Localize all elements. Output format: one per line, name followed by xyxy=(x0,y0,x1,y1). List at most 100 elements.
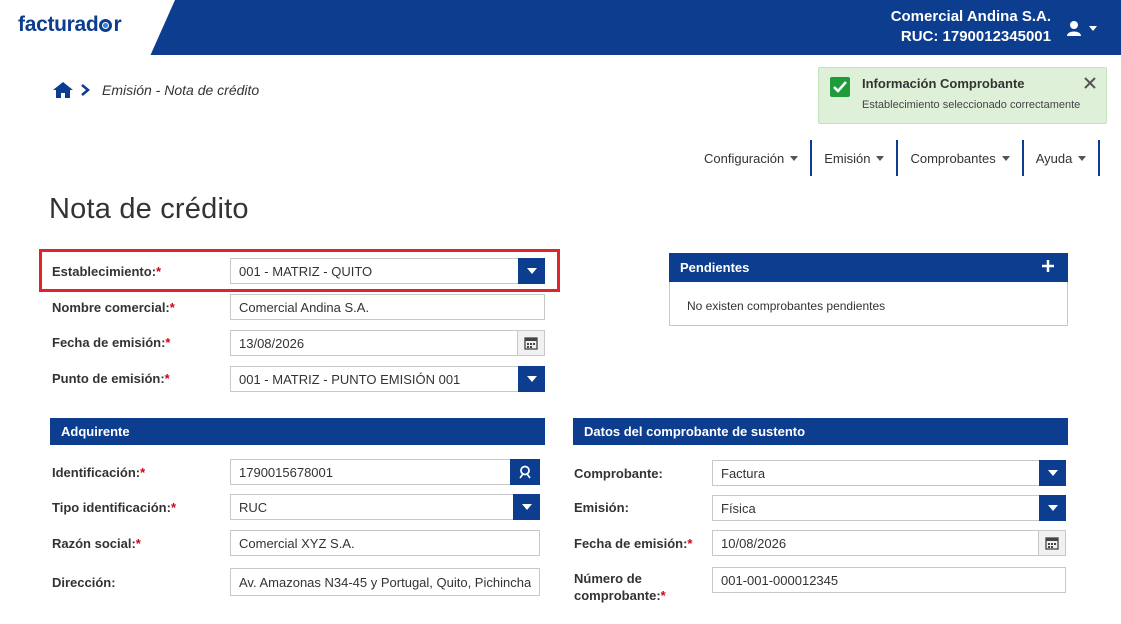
comprobante-label: Comprobante: xyxy=(574,466,663,481)
razon-social-label-text: Razón social: xyxy=(52,536,136,551)
search-icon[interactable] xyxy=(510,459,540,485)
identificacion-label: Identificación:* xyxy=(52,465,145,480)
direccion-value: Av. Amazonas N34-45 y Portugal, Quito, P… xyxy=(239,574,531,590)
fecha-emision-label-text: Fecha de emisión: xyxy=(52,335,166,350)
nav-ayuda[interactable]: Ayuda xyxy=(1024,140,1101,176)
identificacion-value: 1790015678001 xyxy=(239,464,333,480)
tipo-identificacion-select[interactable]: RUC xyxy=(230,494,540,520)
fecha-emision-label: Fecha de emisión:* xyxy=(52,335,170,350)
sustento-title: Datos del comprobante de sustento xyxy=(584,424,806,439)
home-icon[interactable] xyxy=(52,81,74,99)
dropdown-arrow-icon[interactable] xyxy=(1039,495,1066,521)
company-info: Comercial Andina S.A. RUC: 1790012345001 xyxy=(891,7,1051,47)
nav-emision[interactable]: Emisión xyxy=(812,140,899,176)
required-mark: * xyxy=(687,536,693,551)
calendar-icon[interactable] xyxy=(517,330,545,356)
app-logo[interactable]: facturad r xyxy=(18,13,122,37)
numero-comprobante-label-line1: Número de xyxy=(574,571,642,586)
user-menu-button[interactable] xyxy=(1065,20,1101,38)
nav-configuracion[interactable]: Configuración xyxy=(692,140,813,176)
logo-container: facturad r xyxy=(0,0,175,55)
breadcrumb-current: Emisión - Nota de crédito xyxy=(102,82,260,98)
logo-o-icon xyxy=(99,19,113,32)
required-mark: * xyxy=(164,371,170,386)
emision-label-text: Emisión: xyxy=(574,500,629,515)
sustento-fecha-input[interactable]: 10/08/2026 xyxy=(712,530,1066,556)
nombre-comercial-value: Comercial Andina S.A. xyxy=(239,299,370,315)
pendientes-title: Pendientes xyxy=(680,260,750,275)
pendientes-empty: No existen comprobantes pendientes xyxy=(687,299,886,313)
app-header: facturad r Comercial Andina S.A. RUC: 179… xyxy=(0,0,1121,55)
required-mark: * xyxy=(165,335,171,350)
required-mark: * xyxy=(135,536,141,551)
required-mark: * xyxy=(156,264,162,279)
comprobante-select[interactable]: Factura xyxy=(712,460,1066,486)
razon-social-input[interactable]: Comercial XYZ S.A. xyxy=(230,530,540,556)
numero-comprobante-label-line2: comprobante: xyxy=(574,588,661,603)
pendientes-panel: Pendientes No existen comprobantes pendi… xyxy=(669,253,1068,326)
numero-comprobante-label: Número de comprobante:* xyxy=(574,570,666,604)
razon-social-value: Comercial XYZ S.A. xyxy=(239,535,355,551)
dropdown-arrow-icon[interactable] xyxy=(518,258,545,284)
toast-message: Establecimiento seleccionado correctamen… xyxy=(862,99,1081,111)
razon-social-label: Razón social:* xyxy=(52,536,141,551)
logo-text-part2: r xyxy=(113,13,122,36)
comprobante-label-text: Comprobante: xyxy=(574,466,663,481)
fecha-emision-value: 13/08/2026 xyxy=(239,335,305,351)
caret-down-icon xyxy=(1001,155,1010,161)
nombre-comercial-label: Nombre comercial:* xyxy=(52,300,175,315)
direccion-label: Dirección: xyxy=(52,575,116,590)
dropdown-arrow-icon[interactable] xyxy=(513,494,540,520)
logo-text-part1: facturad xyxy=(18,13,99,36)
numero-comprobante-value: 001-001-000012345 xyxy=(721,572,839,588)
caret-down-icon xyxy=(790,155,799,161)
calendar-icon[interactable] xyxy=(1038,530,1066,556)
numero-comprobante-input[interactable]: 001-001-000012345 xyxy=(712,567,1066,593)
dropdown-arrow-icon[interactable] xyxy=(1039,460,1066,486)
dropdown-arrow-icon[interactable] xyxy=(518,366,545,392)
punto-emision-value: 001 - MATRIZ - PUNTO EMISIÓN 001 xyxy=(239,371,461,387)
required-mark: * xyxy=(660,588,666,603)
punto-emision-select[interactable]: 001 - MATRIZ - PUNTO EMISIÓN 001 xyxy=(230,366,545,392)
punto-emision-label-text: Punto de emisión: xyxy=(52,371,165,386)
identificacion-input[interactable]: 1790015678001 xyxy=(230,459,540,485)
sustento-fecha-value: 10/08/2026 xyxy=(721,535,787,551)
company-ruc: RUC: 1790012345001 xyxy=(900,28,1051,45)
page-title: Nota de crédito xyxy=(49,193,249,225)
nav-comprobantes[interactable]: Comprobantes xyxy=(898,140,1024,176)
breadcrumb: Emisión - Nota de crédito xyxy=(52,81,259,99)
sustento-fecha-label: Fecha de emisión:* xyxy=(574,536,692,551)
establecimiento-select[interactable]: 001 - MATRIZ - QUITO xyxy=(230,258,545,284)
nav-ayuda-label: Ayuda xyxy=(1035,150,1073,166)
identificacion-label-text: Identificación: xyxy=(52,465,141,480)
chevron-right-icon xyxy=(81,84,90,96)
adquirente-title: Adquirente xyxy=(61,424,130,439)
punto-emision-label: Punto de emisión:* xyxy=(52,371,170,386)
required-mark: * xyxy=(140,465,146,480)
fecha-emision-input[interactable]: 13/08/2026 xyxy=(230,330,545,356)
required-mark: * xyxy=(170,500,176,515)
emision-label: Emisión: xyxy=(574,500,629,515)
pendientes-header: Pendientes xyxy=(669,253,1068,282)
user-icon xyxy=(1067,21,1097,36)
close-icon[interactable] xyxy=(1083,76,1097,90)
chevron-down-icon xyxy=(1089,26,1097,31)
caret-down-icon xyxy=(1078,155,1087,161)
nav-configuracion-label: Configuración xyxy=(704,150,785,166)
plus-icon[interactable] xyxy=(1042,260,1054,272)
establecimiento-value: 001 - MATRIZ - QUITO xyxy=(239,263,373,279)
toast-title: Información Comprobante xyxy=(862,76,1025,91)
nombre-comercial-input[interactable]: Comercial Andina S.A. xyxy=(230,294,545,320)
nombre-comercial-label-text: Nombre comercial: xyxy=(52,300,170,315)
check-icon xyxy=(830,77,850,97)
adquirente-header: Adquirente xyxy=(50,418,545,445)
direccion-input[interactable]: Av. Amazonas N34-45 y Portugal, Quito, P… xyxy=(230,568,540,596)
establecimiento-label: Establecimiento:* xyxy=(52,264,161,279)
nav-comprobantes-label: Comprobantes xyxy=(910,150,996,166)
tipo-identificacion-label: Tipo identificación:* xyxy=(52,500,176,515)
emision-select[interactable]: Física xyxy=(712,495,1066,521)
sustento-header: Datos del comprobante de sustento xyxy=(573,418,1068,445)
company-name: Comercial Andina S.A. xyxy=(890,8,1051,25)
top-nav: Configuración Emisión Comprobantes Ayuda xyxy=(692,140,1101,176)
emision-value: Física xyxy=(721,500,756,516)
